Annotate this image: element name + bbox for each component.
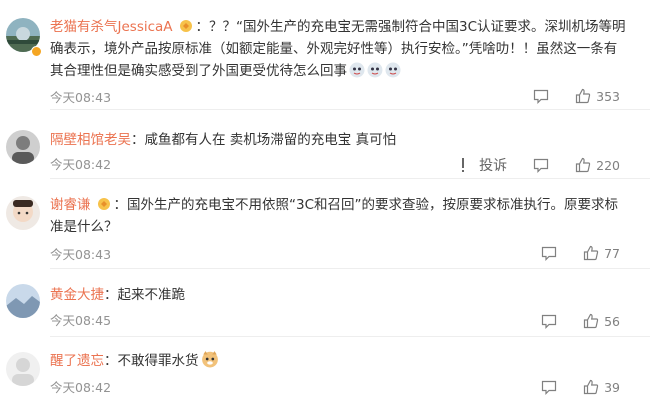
thumbs-up-icon — [583, 313, 599, 329]
like-count: 39 — [604, 379, 620, 395]
comment-item: 醒了遗忘：不敢得罪水货 今天08:42 39 — [0, 336, 650, 415]
comment-actions: 投诉 220 — [435, 155, 620, 175]
thumbs-up-icon — [583, 379, 599, 395]
doge-face-emoji-icon — [201, 351, 218, 368]
comment-time: 今天08:42 — [50, 157, 112, 172]
avatar[interactable] — [6, 284, 40, 318]
avatar-image — [6, 284, 40, 318]
comment-body: 谢睿谦 ：国外生产的充电宝不用依照“3C和召回”的要求查验，按原要求标准执行。原要… — [50, 197, 619, 235]
thumbs-up-icon — [576, 88, 591, 104]
doge-emoji-icon — [385, 62, 401, 78]
comment-item: 谢睿谦 ：国外生产的充电宝不用依照“3C和召回”的要求查验，按原要求标准执行。原要… — [0, 178, 650, 269]
comment-time: 今天08:43 — [50, 247, 112, 262]
avatar-image — [6, 196, 40, 230]
like-count: 353 — [596, 88, 620, 104]
report-button[interactable]: 投诉 — [461, 155, 507, 175]
comment-text: 起来不准跪 — [117, 287, 186, 303]
reply-button[interactable] — [541, 380, 557, 395]
reply-icon — [534, 158, 549, 173]
comment-actions: 39 — [515, 379, 620, 395]
comment-body: 老猫有杀气JessicaA ：？？“国外生产的充电宝无需强制符合中国3C认证要求。… — [50, 16, 626, 82]
like-button[interactable]: 56 — [583, 313, 620, 329]
reply-button[interactable] — [533, 89, 549, 104]
thumbs-up-icon — [576, 157, 591, 173]
comment-text: 咸鱼都有人在 卖机场滞留的充电宝 真可怕 — [144, 132, 397, 148]
like-count: 220 — [596, 157, 620, 173]
comment-text: 国外生产的充电宝不用依照“3C和召回”的要求查验，按原要求标准执行。原要求标准是… — [50, 197, 619, 235]
reply-button[interactable] — [541, 246, 557, 261]
comment-actions: 353 — [507, 88, 620, 104]
comment-actions: 77 — [515, 245, 620, 261]
doge-emoji-icon — [349, 62, 365, 78]
comment-time: 今天08:42 — [50, 380, 112, 395]
like-count: 77 — [604, 245, 620, 261]
comment-text: 不敢得罪水货 — [117, 353, 199, 369]
reply-icon — [541, 314, 557, 329]
comment-author[interactable]: 黄金大捷 — [50, 287, 104, 303]
comment-time: 今天08:43 — [50, 90, 112, 105]
comment-item: 隔壁相馆老吴：咸鱼都有人在 卖机场滞留的充电宝 真可怕 今天08:42 投诉 2… — [0, 110, 650, 179]
exclamation-icon — [462, 158, 465, 172]
comment-actions: 56 — [515, 313, 620, 329]
reply-button[interactable] — [541, 314, 557, 329]
verified-badge-icon — [31, 46, 42, 57]
like-button[interactable]: 220 — [575, 157, 620, 173]
fan-medal-icon — [179, 20, 192, 32]
comment-item: 老猫有杀气JessicaA ：？？“国外生产的充电宝无需强制符合中国3C认证要求。… — [0, 0, 650, 110]
like-button[interactable]: 77 — [583, 245, 620, 261]
comment-body: 醒了遗忘：不敢得罪水货 — [50, 350, 626, 372]
avatar-image — [6, 130, 40, 164]
doge-emoji-icon — [367, 62, 383, 78]
like-count: 56 — [604, 313, 620, 329]
avatar[interactable] — [6, 196, 40, 230]
like-button[interactable]: 39 — [583, 379, 620, 395]
comment-time: 今天08:45 — [50, 313, 112, 328]
avatar[interactable] — [6, 352, 40, 386]
comment-author[interactable]: 醒了遗忘 — [50, 353, 104, 369]
report-label: 投诉 — [479, 158, 508, 174]
avatar[interactable] — [6, 130, 40, 164]
reply-button[interactable] — [533, 158, 549, 173]
reply-icon — [534, 89, 549, 104]
comment-author[interactable]: 老猫有杀气JessicaA — [50, 19, 173, 35]
comment-item: 黄金大捷：起来不准跪 今天08:45 56 — [0, 268, 650, 337]
like-button[interactable]: 353 — [575, 88, 620, 104]
fan-medal-icon — [97, 198, 110, 210]
comment-author[interactable]: 隔壁相馆老吴 — [50, 132, 131, 148]
reply-icon — [541, 380, 557, 395]
avatar-image — [6, 352, 40, 386]
comment-body: 隔壁相馆老吴：咸鱼都有人在 卖机场滞留的充电宝 真可怕 — [50, 132, 397, 148]
reply-icon — [541, 246, 557, 261]
comment-author[interactable]: 谢睿谦 — [50, 197, 91, 213]
thumbs-up-icon — [583, 245, 599, 261]
comment-body: 黄金大捷：起来不准跪 — [50, 287, 186, 303]
